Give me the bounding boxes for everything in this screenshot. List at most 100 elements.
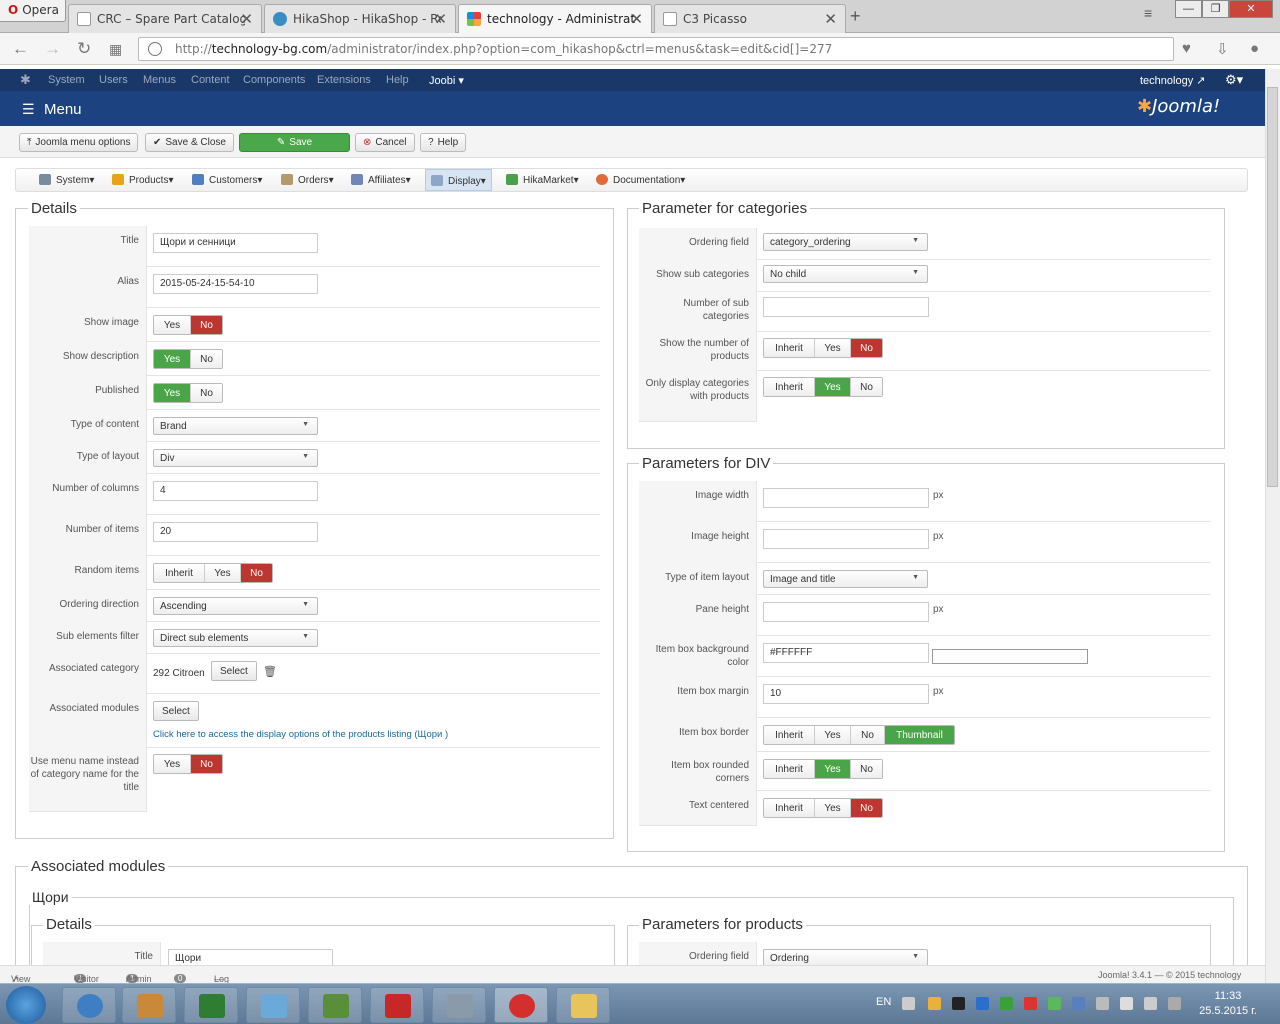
taskbar-app-opera[interactable]	[494, 987, 548, 1023]
number-of-columns-field[interactable]: 4	[153, 481, 318, 501]
help-button[interactable]: ? Help	[420, 133, 467, 152]
menu-joobi[interactable]: Joobi ▾	[429, 74, 464, 87]
menu-menus[interactable]: Menus	[143, 74, 176, 86]
yes-option[interactable]: Yes	[204, 564, 240, 582]
image-width-field[interactable]	[763, 488, 929, 508]
taskbar-app-thunderbird[interactable]	[62, 987, 116, 1023]
no-option-selected[interactable]: No	[240, 564, 272, 582]
yes-option[interactable]: Yes	[814, 339, 850, 357]
joomla-menu-options-button[interactable]: ⤒ Joomla menu options	[19, 133, 139, 152]
save-button[interactable]: ✎ Save	[239, 133, 350, 152]
select-modules-button[interactable]: Select	[153, 701, 199, 721]
keyboard-icon[interactable]	[902, 997, 915, 1010]
hikashop-menu-hikamarket[interactable]: HikaMarket▾	[501, 169, 584, 191]
hikashop-menu-system[interactable]: System▾	[34, 169, 99, 191]
no-option-selected[interactable]: No	[850, 799, 882, 817]
new-tab-icon[interactable]: +	[850, 6, 861, 27]
taskbar-app-router[interactable]	[432, 987, 486, 1023]
download-icon[interactable]: ⇩	[1216, 40, 1229, 58]
hikashop-menu-orders[interactable]: Orders▾	[276, 169, 339, 191]
yes-option[interactable]: Yes	[154, 755, 190, 773]
close-window-icon[interactable]: ✕	[1229, 0, 1273, 18]
display-options-link[interactable]: Click here to access the display options…	[153, 729, 448, 740]
tray-app-icon[interactable]	[1000, 997, 1013, 1010]
tray-app-icon[interactable]	[976, 997, 989, 1010]
close-tab-icon[interactable]: ✕	[630, 10, 643, 28]
no-option[interactable]: No	[190, 350, 222, 368]
yes-option[interactable]: Yes	[814, 726, 850, 744]
number-of-items-field[interactable]: 20	[153, 522, 318, 542]
trash-icon[interactable]: 🗑	[263, 665, 277, 678]
tray-app-icon[interactable]	[952, 997, 965, 1010]
inherit-option[interactable]: Inherit	[764, 339, 814, 357]
back-icon[interactable]: ←	[12, 39, 29, 59]
browser-tab[interactable]: HikaShop - HikaShop - Re ✕	[264, 4, 456, 33]
margin-field[interactable]: 10	[763, 684, 929, 704]
taskbar-app-acrobat[interactable]	[370, 987, 424, 1023]
taskbar-app-calculator[interactable]	[308, 987, 362, 1023]
browser-tab[interactable]: CRC – Spare Part Catalogu ✕	[68, 4, 262, 33]
account-icon[interactable]: ●	[1250, 40, 1259, 57]
thumbnail-option-selected[interactable]: Thumbnail	[884, 726, 954, 744]
pane-height-field[interactable]	[763, 602, 929, 622]
site-info-icon[interactable]	[148, 42, 162, 56]
menu-components[interactable]: Components	[243, 74, 305, 86]
forward-icon[interactable]: →	[44, 39, 61, 59]
speed-dial-icon[interactable]: ▦	[109, 41, 122, 58]
no-option[interactable]: No	[850, 760, 882, 778]
tab-menu-icon[interactable]: ≡	[1144, 5, 1152, 21]
hikashop-menu-customers[interactable]: Customers▾	[187, 169, 267, 191]
start-button[interactable]	[6, 986, 46, 1024]
taskbar-app-excel[interactable]	[184, 987, 238, 1023]
reload-icon[interactable]: ↻	[77, 39, 91, 59]
browser-tab-active[interactable]: technology - Administratio ✕	[458, 4, 652, 34]
browser-tab[interactable]: C3 Picasso ✕	[654, 4, 846, 33]
no-option[interactable]: No	[190, 384, 222, 402]
no-option-selected[interactable]: No	[850, 339, 882, 357]
gear-icon[interactable]: ⚙▾	[1225, 72, 1243, 88]
no-option[interactable]: No	[850, 378, 882, 396]
ordering-field-select[interactable]: category_ordering ▼	[763, 233, 928, 251]
no-option-selected[interactable]: No	[190, 316, 222, 334]
ordering-direction-select[interactable]: Ascending ▼	[153, 597, 318, 615]
select-category-button[interactable]: Select	[211, 661, 257, 681]
minimize-icon[interactable]: —	[1175, 0, 1202, 18]
inherit-option[interactable]: Inherit	[764, 378, 814, 396]
yes-option-selected[interactable]: Yes	[814, 760, 850, 778]
taskbar-app-editor[interactable]	[246, 987, 300, 1023]
hikashop-menu-affiliates[interactable]: Affiliates▾	[346, 169, 416, 191]
url-field[interactable]: http://technology-bg.com/administrator/i…	[138, 37, 1174, 61]
joomla-small-icon[interactable]: ✱	[20, 72, 31, 88]
menu-content[interactable]: Content	[191, 74, 230, 86]
taskbar-app-explorer[interactable]	[556, 987, 610, 1023]
cancel-button[interactable]: ⊗ Cancel	[355, 133, 415, 152]
menu-users[interactable]: Users	[99, 74, 128, 86]
menu-system[interactable]: System	[48, 74, 85, 86]
close-tab-icon[interactable]: ✕	[824, 10, 837, 28]
color-swatch[interactable]	[932, 649, 1088, 664]
menu-help[interactable]: Help	[386, 74, 409, 86]
user-menu[interactable]: technology ↗	[1140, 74, 1206, 87]
title-field[interactable]: Щори и сенници	[153, 233, 318, 253]
volume-icon[interactable]	[1120, 997, 1133, 1010]
tray-app-icon[interactable]	[1024, 997, 1037, 1010]
maximize-icon[interactable]: ❐	[1202, 0, 1229, 18]
inherit-option[interactable]: Inherit	[764, 760, 814, 778]
display-icon[interactable]	[1168, 997, 1181, 1010]
close-tab-icon[interactable]: ✕	[434, 10, 447, 28]
action-center-icon[interactable]	[1144, 997, 1157, 1010]
yes-option[interactable]: Yes	[154, 316, 190, 334]
item-layout-select[interactable]: Image and title ▼	[763, 570, 928, 588]
tray-app-icon[interactable]	[928, 997, 941, 1010]
menu-extensions[interactable]: Extensions	[317, 74, 371, 86]
hikashop-menu-products[interactable]: Products▾	[107, 169, 179, 191]
scrollbar-thumb[interactable]	[1267, 87, 1278, 487]
save-close-button[interactable]: ✔ Save & Close	[145, 133, 234, 152]
yes-option-selected[interactable]: Yes	[154, 350, 190, 368]
type-of-layout-select[interactable]: Div ▼	[153, 449, 318, 467]
taskbar-app-package[interactable]	[122, 987, 176, 1023]
background-color-field[interactable]: #FFFFFF	[763, 643, 929, 663]
inherit-option[interactable]: Inherit	[154, 564, 204, 582]
yes-option[interactable]: Yes	[814, 799, 850, 817]
show-sub-categories-select[interactable]: No child ▼	[763, 265, 928, 283]
